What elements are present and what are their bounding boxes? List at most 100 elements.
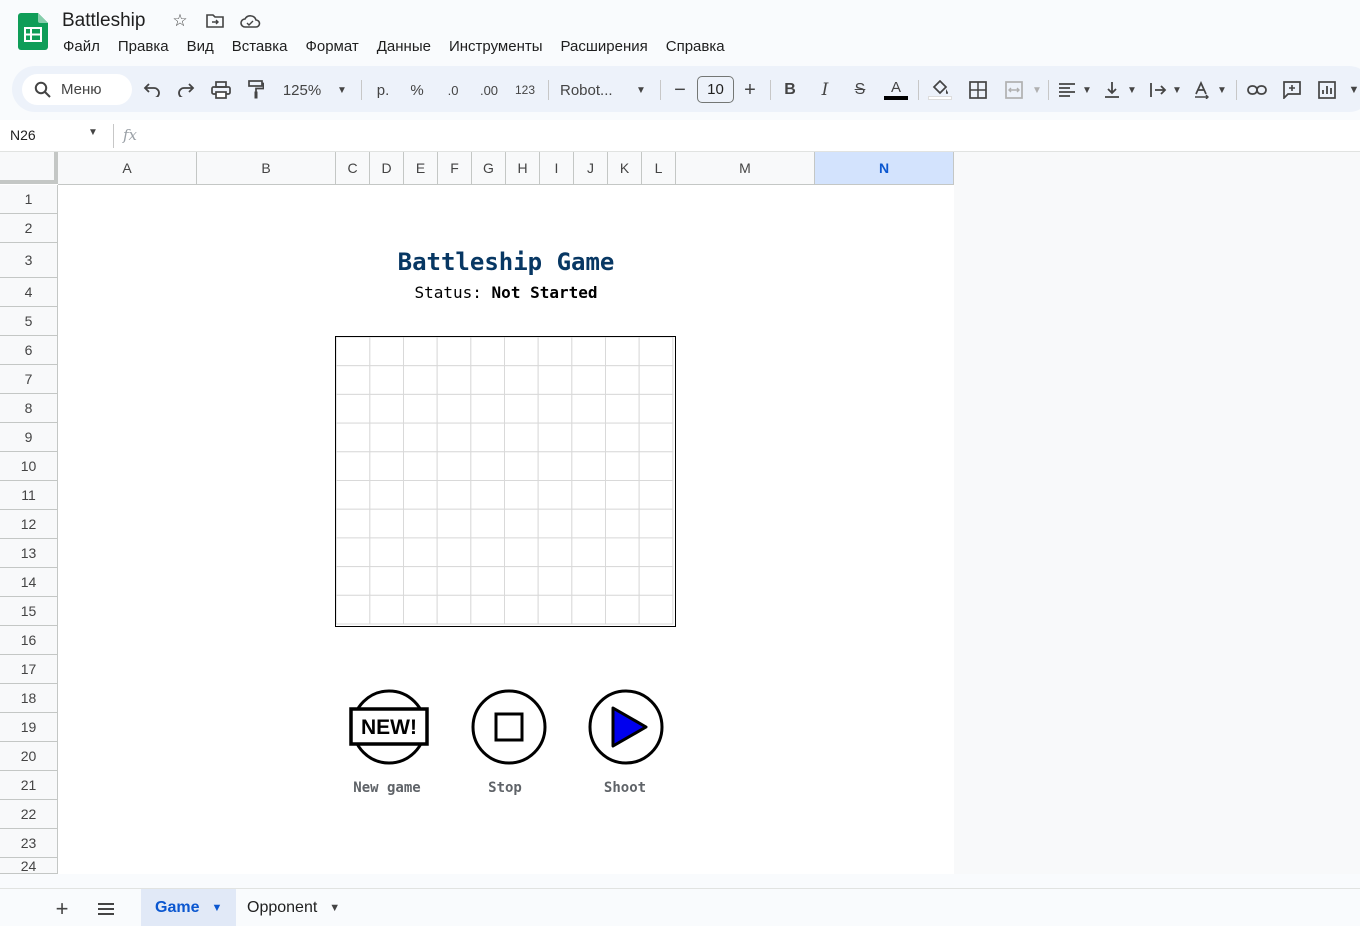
board-cell[interactable] (369, 393, 405, 424)
board-cell[interactable] (369, 594, 405, 625)
merge-dropdown-icon[interactable]: ▼ (1030, 77, 1044, 103)
board-cell[interactable] (571, 508, 607, 539)
row-header[interactable]: 18 (0, 684, 58, 713)
board-cell[interactable] (470, 508, 506, 539)
board-cell[interactable] (369, 422, 405, 453)
row-header[interactable]: 2 (0, 214, 58, 243)
document-title[interactable]: Battleship (62, 8, 145, 34)
wrap-dropdown-icon[interactable]: ▼ (1170, 77, 1184, 103)
board-cell[interactable] (537, 480, 573, 510)
board-cell[interactable] (336, 537, 371, 568)
insert-link-icon[interactable] (1245, 77, 1269, 103)
board-cell[interactable] (336, 422, 371, 453)
board-cell[interactable] (605, 594, 640, 625)
board-cell[interactable] (537, 337, 573, 367)
percent-format-button[interactable]: % (406, 77, 428, 103)
column-header[interactable]: G (472, 152, 506, 185)
text-color-button[interactable]: A (884, 77, 908, 103)
cloud-saved-icon[interactable] (239, 10, 261, 32)
column-header[interactable]: D (370, 152, 404, 185)
new-game-button[interactable]: NEW! (349, 687, 429, 767)
insert-comment-icon[interactable] (1280, 77, 1304, 103)
column-header[interactable]: J (574, 152, 608, 185)
board-cell[interactable] (336, 337, 371, 367)
board-cell[interactable] (638, 451, 674, 482)
board-cell[interactable] (571, 337, 607, 367)
italic-button[interactable]: I (815, 77, 835, 103)
board-cell[interactable] (504, 451, 539, 482)
shoot-button[interactable] (586, 687, 666, 767)
board-cell[interactable] (369, 537, 405, 568)
board-cell[interactable] (504, 337, 539, 367)
move-folder-icon[interactable] (204, 10, 226, 32)
board-cell[interactable] (470, 594, 506, 625)
column-header[interactable]: I (540, 152, 574, 185)
board-cell[interactable] (369, 508, 405, 539)
board-cell[interactable] (605, 508, 640, 539)
menu-format[interactable]: Формат (296, 36, 367, 58)
undo-icon[interactable] (141, 77, 163, 103)
board-cell[interactable] (537, 365, 573, 395)
row-header[interactable]: 14 (0, 568, 58, 597)
board-cell[interactable] (369, 337, 405, 367)
board-cell[interactable] (605, 537, 640, 568)
name-box[interactable]: N26 (10, 127, 36, 143)
column-header[interactable]: H (506, 152, 540, 185)
board-cell[interactable] (638, 337, 674, 367)
shoot-label[interactable]: Shoot (565, 780, 685, 796)
board-cell[interactable] (336, 566, 371, 596)
board-cell[interactable] (571, 594, 607, 625)
menu-data[interactable]: Данные (368, 36, 440, 58)
row-header[interactable]: 16 (0, 626, 58, 655)
row-header[interactable]: 22 (0, 800, 58, 829)
column-header[interactable]: K (608, 152, 642, 185)
board-cell[interactable] (638, 594, 674, 625)
merge-cells-icon[interactable] (1002, 77, 1026, 103)
increase-font-size-button[interactable]: + (740, 77, 760, 103)
text-wrap-icon[interactable] (1146, 77, 1170, 103)
row-header[interactable]: 21 (0, 771, 58, 800)
board-cell[interactable] (470, 566, 506, 596)
stop-label[interactable]: Stop (445, 780, 565, 796)
align-left-icon[interactable] (1056, 77, 1078, 103)
insert-chart-icon[interactable] (1315, 77, 1339, 103)
board-cell[interactable] (470, 365, 506, 395)
row-header[interactable]: 1 (0, 185, 58, 214)
board-cell[interactable] (504, 566, 539, 596)
column-header[interactable]: A (58, 152, 197, 185)
board-cell[interactable] (638, 480, 674, 510)
board-cell[interactable] (436, 480, 472, 510)
board-cell[interactable] (504, 480, 539, 510)
game-board[interactable] (335, 336, 676, 627)
board-cell[interactable] (537, 422, 573, 453)
select-all-corner[interactable] (0, 152, 58, 184)
row-header[interactable]: 4 (0, 278, 58, 307)
board-cell[interactable] (571, 365, 607, 395)
board-cell[interactable] (336, 365, 371, 395)
board-cell[interactable] (436, 566, 472, 596)
board-cell[interactable] (638, 566, 674, 596)
star-icon[interactable]: ☆ (169, 10, 191, 32)
sheet-tab-opponent[interactable]: Opponent ▼ (233, 889, 354, 926)
board-cell[interactable] (605, 566, 640, 596)
board-cell[interactable] (403, 508, 438, 539)
board-cell[interactable] (369, 365, 405, 395)
board-cell[interactable] (638, 508, 674, 539)
decrease-decimal-button[interactable]: .0 (440, 77, 466, 103)
board-cell[interactable] (638, 365, 674, 395)
board-cell[interactable] (571, 393, 607, 424)
rotation-dropdown-icon[interactable]: ▼ (1215, 77, 1229, 103)
board-cell[interactable] (436, 422, 472, 453)
board-cell[interactable] (403, 537, 438, 568)
increase-decimal-button[interactable]: .00 (476, 77, 502, 103)
board-cell[interactable] (436, 365, 472, 395)
board-cell[interactable] (436, 537, 472, 568)
row-header[interactable]: 12 (0, 510, 58, 539)
menu-search[interactable]: Меню (22, 74, 132, 105)
row-header[interactable]: 5 (0, 307, 58, 336)
board-cell[interactable] (336, 393, 371, 424)
sheet-tab-menu-icon[interactable]: ▼ (329, 902, 340, 914)
number-format-button[interactable]: 123 (512, 77, 538, 103)
board-cell[interactable] (537, 451, 573, 482)
board-cell[interactable] (369, 566, 405, 596)
